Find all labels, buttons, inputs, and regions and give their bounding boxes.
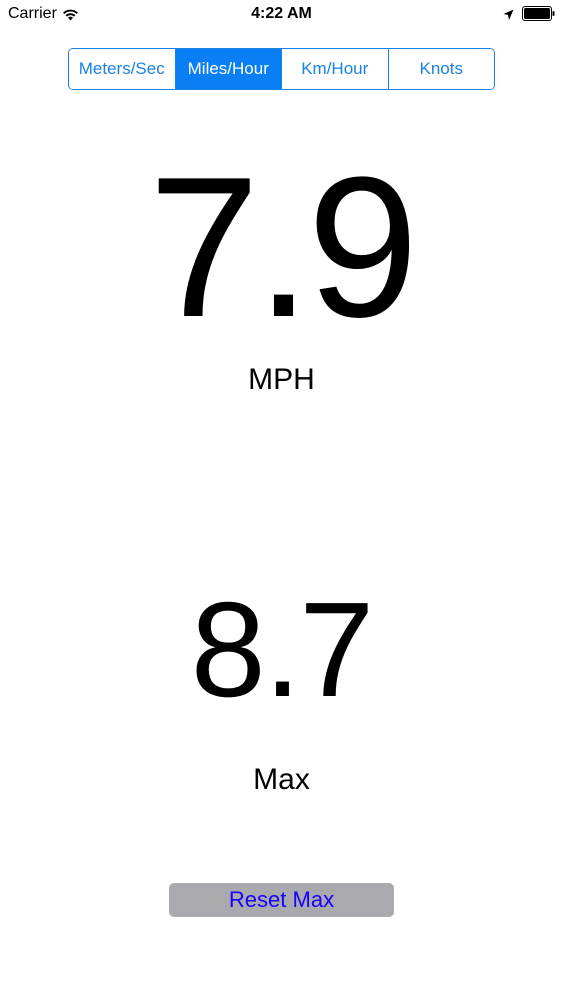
max-speed-label: Max bbox=[253, 763, 310, 796]
location-arrow-icon bbox=[503, 8, 514, 20]
current-speed-value: 7.9 bbox=[148, 136, 418, 359]
segment-knots[interactable]: Knots bbox=[388, 49, 494, 89]
max-speed-value: 8.7 bbox=[190, 574, 375, 725]
status-bar: Carrier 4:22 AM bbox=[0, 0, 563, 30]
unit-segmented-control: Meters/Sec Miles/Hour Km/Hour Knots bbox=[68, 48, 495, 90]
battery-icon bbox=[522, 6, 555, 21]
status-time: 4:22 AM bbox=[251, 5, 312, 22]
segment-km-per-hour[interactable]: Km/Hour bbox=[282, 49, 389, 89]
current-speed-unit: MPH bbox=[248, 363, 315, 396]
segment-meters-per-sec[interactable]: Meters/Sec bbox=[69, 49, 176, 89]
segment-miles-per-hour[interactable]: Miles/Hour bbox=[175, 49, 282, 89]
status-right-icons bbox=[503, 6, 555, 21]
reset-max-button[interactable]: Reset Max bbox=[169, 883, 394, 917]
